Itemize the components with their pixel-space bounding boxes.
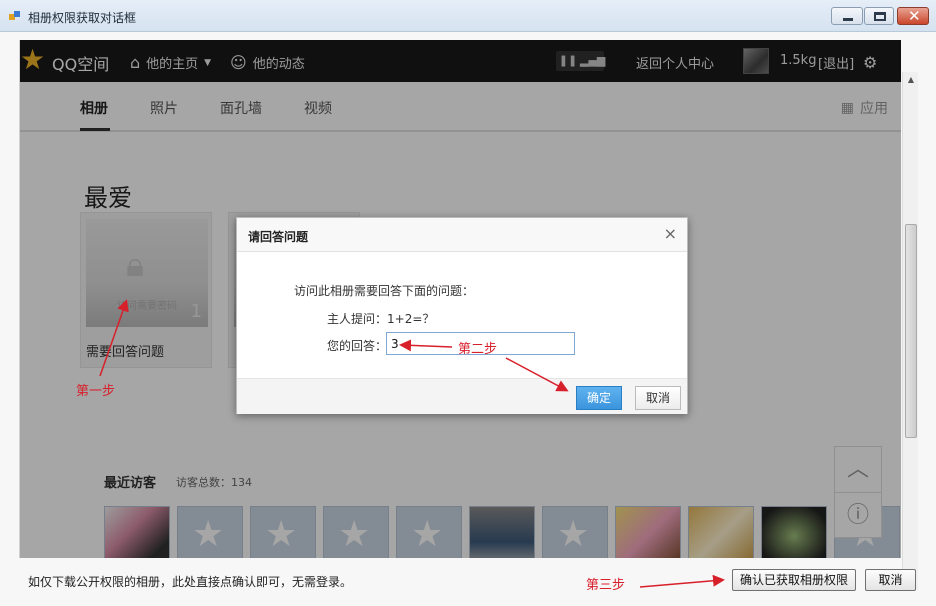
annotation-step3: 第三步 xyxy=(586,578,626,593)
window-title: 相册权限获取对话框 xyxy=(28,11,137,25)
maximize-button[interactable] xyxy=(864,7,894,25)
window-titlebar: 相册权限获取对话框 ✕ xyxy=(0,0,936,32)
minimize-icon xyxy=(843,18,853,21)
app-icon xyxy=(9,11,20,20)
cancel-button[interactable]: 取消 xyxy=(865,569,916,591)
annotation-step1: 第一步 xyxy=(76,384,116,399)
annotation-step2: 第二步 xyxy=(458,342,498,357)
scroll-up-icon[interactable]: ▲ xyxy=(903,72,919,88)
close-button[interactable]: ✕ xyxy=(897,7,929,25)
dialog-close-icon[interactable]: × xyxy=(664,224,677,243)
maximize-icon xyxy=(874,12,886,21)
vertical-scrollbar[interactable]: ▲ ▼ xyxy=(902,72,918,590)
client-area: ★ QQ空间 ⌂ 他的主页 ▼ ☺ 他的动态 ❚❚ ▂▄▆ 返回个人中心 1.5… xyxy=(0,32,936,606)
answer-label: 您的回答： xyxy=(327,339,388,353)
dialog-intro: 访问此相册需要回答下面的问题： xyxy=(294,284,475,298)
question-dialog: 请回答问题 × 访问此相册需要回答下面的问题： 主人提问：1+2=？ 您的回答：… xyxy=(236,217,688,414)
confirm-permission-button[interactable]: 确认已获取相册权限 xyxy=(732,569,856,591)
footer-note: 如仅下载公开权限的相册，此处直接点确认即可，无需登录。 xyxy=(28,575,353,589)
dialog-header: 请回答问题 × xyxy=(237,218,687,252)
minimize-button[interactable] xyxy=(831,7,863,25)
dialog-ok-button[interactable]: 确定 xyxy=(576,386,622,410)
webview: ★ QQ空间 ⌂ 他的主页 ▼ ☺ 他的动态 ❚❚ ▂▄▆ 返回个人中心 1.5… xyxy=(19,40,901,558)
close-icon: ✕ xyxy=(908,7,921,25)
dialog-cancel-button[interactable]: 取消 xyxy=(635,386,681,410)
dialog-title: 请回答问题 xyxy=(248,230,309,244)
scroll-thumb[interactable] xyxy=(905,224,917,438)
dialog-question: 主人提问：1+2=？ xyxy=(327,312,435,326)
